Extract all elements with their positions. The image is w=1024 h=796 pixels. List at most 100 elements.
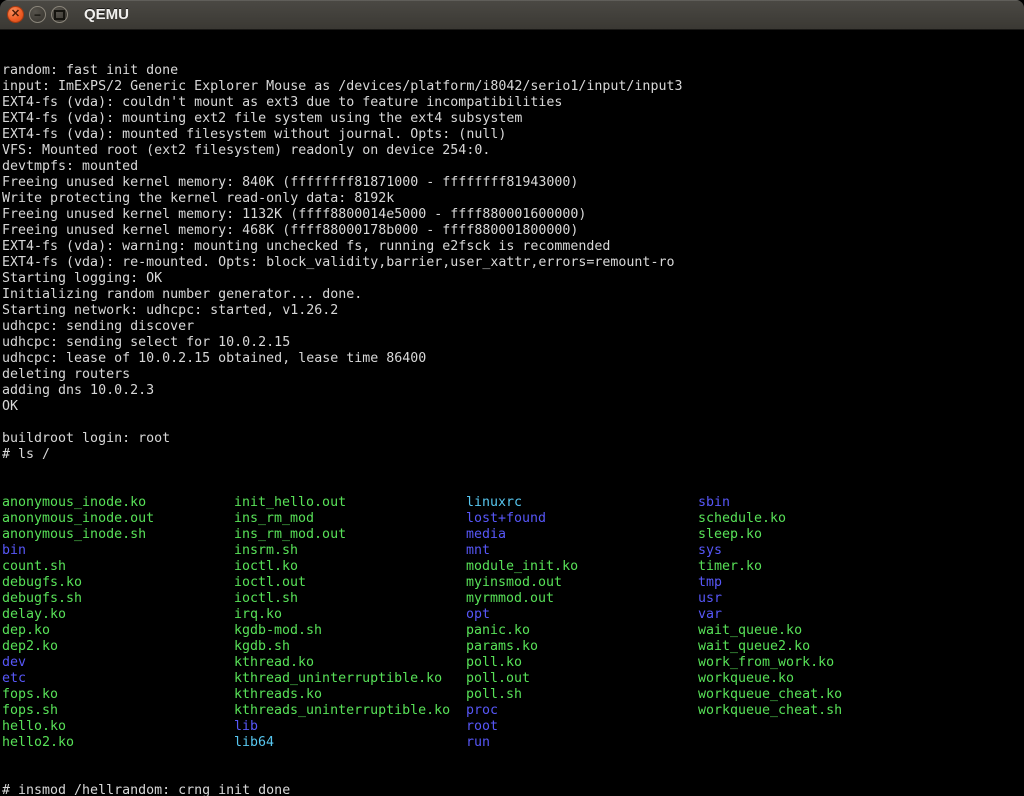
ls-entry-file: schedule.ko	[698, 511, 930, 527]
ls-entry-link: lib64	[234, 735, 466, 751]
ls-entry-file: sleep.ko	[698, 527, 930, 543]
ls-entry-file: timer.ko	[698, 559, 930, 575]
console-line	[2, 415, 1024, 431]
ls-row: dep.kokgdb-mod.shpanic.kowait_queue.ko	[2, 623, 1024, 639]
ls-entry-link: linuxrc	[466, 495, 698, 511]
tail-log: # insmod /hellrandom: crng init done# in…	[2, 783, 1024, 796]
console-line: Write protecting the kernel read-only da…	[2, 191, 1024, 207]
ls-row: debugfs.koioctl.outmyinsmod.outtmp	[2, 575, 1024, 591]
maximize-icon	[54, 10, 65, 20]
ls-row: debugfs.shioctl.shmyrmmod.outusr	[2, 591, 1024, 607]
console-line: buildroot login: root	[2, 431, 1024, 447]
console-line: Freeing unused kernel memory: 468K (ffff…	[2, 223, 1024, 239]
ls-row: fops.kokthreads.kopoll.shworkqueue_cheat…	[2, 687, 1024, 703]
ls-entry-file: panic.ko	[466, 623, 698, 639]
ls-row: fops.shkthreads_uninterruptible.koprocwo…	[2, 703, 1024, 719]
ls-entry-dir: var	[698, 607, 930, 623]
ls-row: devkthread.kopoll.kowork_from_work.ko	[2, 655, 1024, 671]
maximize-button[interactable]	[51, 6, 68, 23]
ls-entry-file: anonymous_inode.out	[2, 511, 234, 527]
ls-row: count.shioctl.komodule_init.kotimer.ko	[2, 559, 1024, 575]
console-line: Freeing unused kernel memory: 1132K (fff…	[2, 207, 1024, 223]
ls-entry-file: kthreads_uninterruptible.ko	[234, 703, 466, 719]
title-bar[interactable]: ✕ − QEMU	[0, 0, 1024, 30]
ls-entry-dir: root	[466, 719, 698, 735]
console-line: EXT4-fs (vda): re-mounted. Opts: block_v…	[2, 255, 1024, 271]
ls-entry-file: wait_queue.ko	[698, 623, 930, 639]
ls-entry-file: insrm.sh	[234, 543, 466, 559]
console-line: EXT4-fs (vda): warning: mounting uncheck…	[2, 239, 1024, 255]
ls-entry-file: poll.ko	[466, 655, 698, 671]
console-line: EXT4-fs (vda): mounting ext2 file system…	[2, 111, 1024, 127]
ls-entry-dir: proc	[466, 703, 698, 719]
ls-entry-file: kthread.ko	[234, 655, 466, 671]
ls-entry-file: poll.sh	[466, 687, 698, 703]
ls-entry-file: debugfs.ko	[2, 575, 234, 591]
ls-entry-file: poll.out	[466, 671, 698, 687]
ls-entry-file: ins_rm_mod	[234, 511, 466, 527]
ls-entry-file: count.sh	[2, 559, 234, 575]
ls-entry-dir: sbin	[698, 495, 930, 511]
ls-entry-file: delay.ko	[2, 607, 234, 623]
ls-row: anonymous_inode.shins_rm_mod.outmediasle…	[2, 527, 1024, 543]
qemu-window: ✕ − QEMU random: fast init doneinput: Im…	[0, 0, 1024, 796]
ls-entry-dir: sys	[698, 543, 930, 559]
console-line: Freeing unused kernel memory: 840K (ffff…	[2, 175, 1024, 191]
window-title: QEMU	[84, 0, 129, 30]
ls-entry-file: workqueue.ko	[698, 671, 930, 687]
console-line: Initializing random number generator... …	[2, 287, 1024, 303]
ls-entry-file: kthread_uninterruptible.ko	[234, 671, 466, 687]
console-line: input: ImExPS/2 Generic Explorer Mouse a…	[2, 79, 1024, 95]
ls-entry-file: debugfs.sh	[2, 591, 234, 607]
console-line: OK	[2, 399, 1024, 415]
ls-entry-file: irq.ko	[234, 607, 466, 623]
console-line: deleting routers	[2, 367, 1024, 383]
console-line: EXT4-fs (vda): mounted filesystem withou…	[2, 127, 1024, 143]
ls-entry-file: anonymous_inode.ko	[2, 495, 234, 511]
ls-entry-file: wait_queue2.ko	[698, 639, 930, 655]
console-line: udhcpc: sending discover	[2, 319, 1024, 335]
console-line: udhcpc: lease of 10.0.2.15 obtained, lea…	[2, 351, 1024, 367]
ls-entry-file: kthreads.ko	[234, 687, 466, 703]
ls-entry-file: ioctl.out	[234, 575, 466, 591]
console-line: devtmpfs: mounted	[2, 159, 1024, 175]
ls-row: etckthread_uninterruptible.kopoll.outwor…	[2, 671, 1024, 687]
ls-entry-dir: bin	[2, 543, 234, 559]
ls-entry-file: fops.ko	[2, 687, 234, 703]
console-line: # insmod /hellrandom: crng init done	[2, 783, 1024, 796]
ls-entry-dir: opt	[466, 607, 698, 623]
ls-entry-dir: lib	[234, 719, 466, 735]
console-line: udhcpc: sending select for 10.0.2.15	[2, 335, 1024, 351]
console-line: EXT4-fs (vda): couldn't mount as ext3 du…	[2, 95, 1024, 111]
console-line: # ls /	[2, 447, 1024, 463]
ls-entry-file: workqueue_cheat.sh	[698, 703, 930, 719]
ls-entry-file: anonymous_inode.sh	[2, 527, 234, 543]
ls-entry-dir: etc	[2, 671, 234, 687]
console-line: Starting network: udhcpc: started, v1.26…	[2, 303, 1024, 319]
terminal-screen[interactable]: random: fast init doneinput: ImExPS/2 Ge…	[0, 30, 1024, 796]
ls-entry-file: ins_rm_mod.out	[234, 527, 466, 543]
console-line: random: fast init done	[2, 63, 1024, 79]
ls-entry-file: dep2.ko	[2, 639, 234, 655]
ls-entry-dir: run	[466, 735, 698, 751]
minimize-button[interactable]: −	[29, 6, 46, 23]
ls-entry-file: ioctl.sh	[234, 591, 466, 607]
ls-entry-file: init_hello.out	[234, 495, 466, 511]
ls-entry-file: myrmmod.out	[466, 591, 698, 607]
ls-entry-file: dep.ko	[2, 623, 234, 639]
ls-entry-file: hello2.ko	[2, 735, 234, 751]
ls-entry-file: module_init.ko	[466, 559, 698, 575]
close-button[interactable]: ✕	[7, 6, 24, 23]
ls-entry-file: work_from_work.ko	[698, 655, 930, 671]
ls-output: anonymous_inode.koinit_hello.outlinuxrcs…	[2, 495, 1024, 751]
ls-entry-file: myinsmod.out	[466, 575, 698, 591]
ls-entry-file: kgdb.sh	[234, 639, 466, 655]
console-line: adding dns 10.0.2.3	[2, 383, 1024, 399]
ls-row: anonymous_inode.koinit_hello.outlinuxrcs…	[2, 495, 1024, 511]
ls-entry-file: params.ko	[466, 639, 698, 655]
ls-entry-dir: media	[466, 527, 698, 543]
ls-row: dep2.kokgdb.shparams.kowait_queue2.ko	[2, 639, 1024, 655]
ls-entry-dir: lost+found	[466, 511, 698, 527]
ls-entry-file: ioctl.ko	[234, 559, 466, 575]
ls-entry-file: hello.ko	[2, 719, 234, 735]
